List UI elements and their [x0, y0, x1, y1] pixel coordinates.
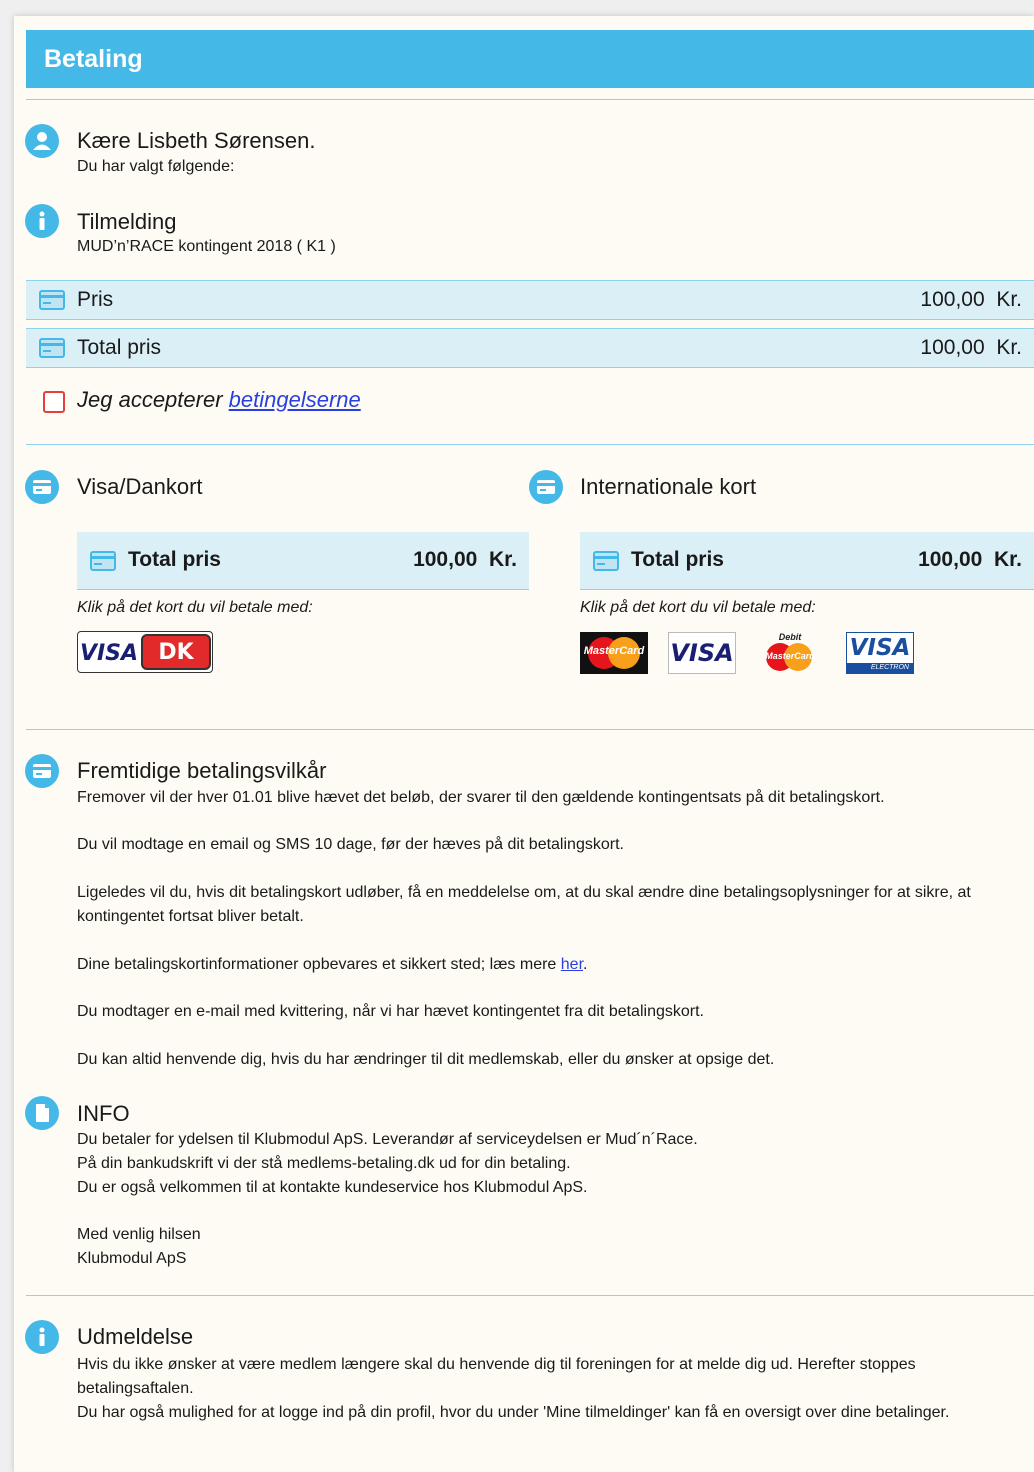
terms-link[interactable]: betingelserne — [229, 387, 361, 412]
visa-dankort-instruction: Klik på det kort du vil betale med: — [77, 599, 313, 616]
future-terms-p3: Ligeledes vil du, hvis dit betalingskort… — [77, 884, 971, 925]
international-cards-title: Internationale kort — [580, 474, 757, 499]
unsubscribe-title: Udmeldelse — [77, 1324, 194, 1349]
info-title: INFO — [77, 1101, 130, 1126]
visa-dankort-total: Total pris 100,00 Kr. — [77, 532, 529, 590]
total-price-row: Total pris 100,00 Kr. — [26, 328, 1034, 368]
visa-logo: VISA — [79, 640, 139, 666]
user-icon — [25, 124, 59, 158]
future-terms-p5: Du modtager en e-mail med kvittering, nå… — [77, 1003, 704, 1020]
mastercard-button[interactable]: MasterCard — [580, 632, 648, 674]
divider — [26, 729, 1034, 730]
info-icon — [25, 204, 59, 238]
international-total: Total pris 100,00 Kr. — [580, 532, 1034, 590]
debit-mastercard-button[interactable]: Debit MasterCard — [756, 632, 824, 674]
divider — [26, 444, 1034, 445]
debit-mastercard-label: MasterCard — [765, 651, 815, 661]
future-terms-p6: Du kan altid henvende dig, hvis du har æ… — [77, 1051, 775, 1068]
greeting-title: Kære Lisbeth Sørensen. — [77, 128, 316, 153]
page-title: Betaling — [26, 30, 1034, 88]
accept-terms-label: Jeg accepterer betingelserne — [77, 387, 361, 412]
price-label: Pris — [77, 288, 114, 311]
debit-label: Debit — [778, 632, 802, 642]
price-row: Pris 100,00 Kr. — [26, 280, 1034, 320]
credit-card-icon — [39, 290, 65, 310]
future-terms-p1: Fremover vil der hver 01.01 blive hævet … — [77, 789, 885, 806]
visa-dankort-title: Visa/Dankort — [77, 474, 203, 499]
greeting-subtitle: Du har valgt følgende: — [77, 158, 235, 175]
mastercard-label: MasterCard — [583, 645, 645, 657]
credit-card-circle-icon — [529, 470, 563, 504]
accept-terms-checkbox[interactable] — [43, 391, 65, 413]
registration-detail: MUD’n’RACE kontingent 2018 ( K1 ) — [77, 238, 336, 255]
unsubscribe-p1: Hvis du ikke ønsker at være medlem længe… — [77, 1356, 916, 1397]
payment-panel: Betaling Kære Lisbeth Sørensen. Du har v… — [14, 16, 1034, 1472]
visa-dankort-card-button[interactable]: VISA DK — [77, 631, 213, 673]
credit-card-icon — [90, 551, 116, 571]
divider — [26, 99, 1034, 100]
future-terms-title: Fremtidige betalingsvilkår — [77, 758, 327, 783]
info-line-4: Med venlig hilsen — [77, 1226, 201, 1243]
document-icon — [25, 1096, 59, 1130]
unsubscribe-p2: Du har også mulighed for at logge ind på… — [77, 1404, 950, 1421]
dankort-logo: DK — [141, 634, 211, 670]
international-total-amount: 100,00 Kr. — [918, 548, 1022, 571]
international-instruction: Klik på det kort du vil betale med: — [580, 599, 816, 616]
info-line-1: Du betaler for ydelsen til Klubmodul ApS… — [77, 1131, 698, 1148]
international-total-label: Total pris — [631, 548, 724, 571]
total-price-label: Total pris — [77, 336, 162, 359]
visa-dankort-total-amount: 100,00 Kr. — [413, 548, 517, 571]
future-terms-p4: Dine betalingskortinformationer opbevare… — [77, 956, 588, 973]
info-line-5: Klubmodul ApS — [77, 1250, 187, 1267]
info-icon — [25, 1320, 59, 1354]
info-line-3: Du er også velkommen til at kontakte kun… — [77, 1179, 588, 1196]
total-price-amount: 100,00 Kr. — [920, 336, 1022, 359]
price-amount: 100,00 Kr. — [920, 288, 1022, 311]
electron-label: ELECTRON — [847, 663, 913, 673]
registration-title: Tilmelding — [77, 209, 177, 234]
credit-card-circle-icon — [25, 754, 59, 788]
future-terms-p2: Du vil modtage en email og SMS 10 dage, … — [77, 836, 624, 853]
visa-dankort-total-label: Total pris — [128, 548, 221, 571]
divider — [26, 1295, 1034, 1296]
visa-electron-button[interactable]: VISA ELECTRON — [846, 632, 914, 674]
read-more-link[interactable]: her — [561, 956, 583, 973]
info-line-2: På din bankudskrift vi der stå medlems-b… — [77, 1155, 571, 1172]
credit-card-icon — [39, 338, 65, 358]
visa-electron-logo: VISA — [849, 635, 911, 661]
visa-button[interactable]: VISA — [668, 632, 736, 674]
dankort-logo-text: DK — [158, 639, 194, 665]
credit-card-circle-icon — [25, 470, 59, 504]
visa-logo: VISA — [670, 639, 734, 667]
credit-card-icon — [593, 551, 619, 571]
